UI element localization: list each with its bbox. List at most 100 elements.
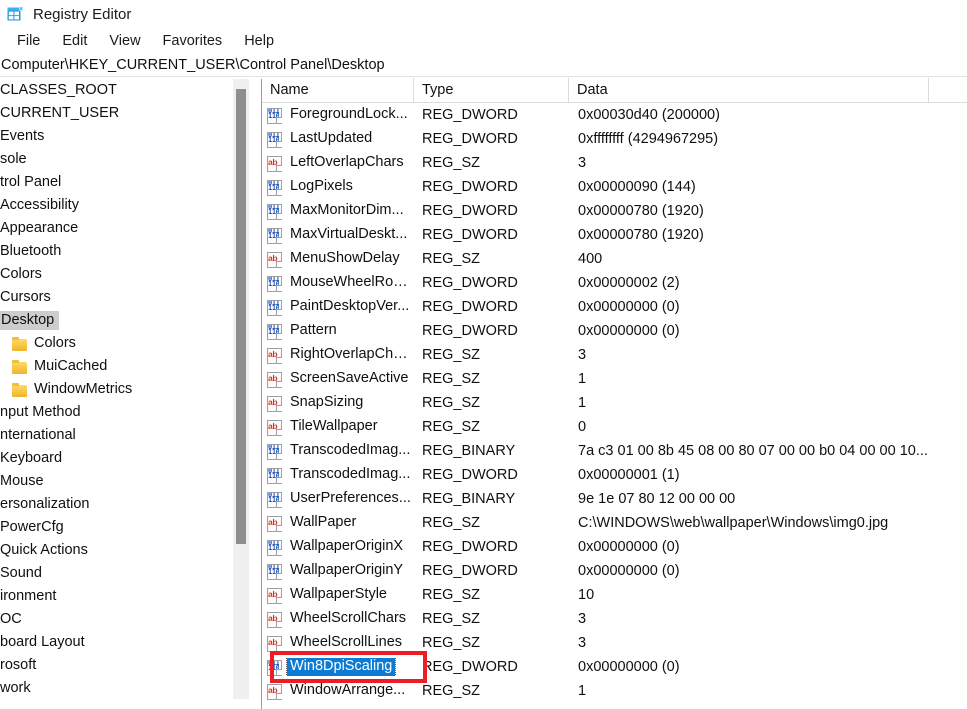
value-data: 3 xyxy=(578,347,587,363)
value-name-cell: ab WindowArrange... xyxy=(262,682,414,700)
value-type: REG_DWORD xyxy=(422,179,518,195)
string-value-icon: ab xyxy=(266,251,282,268)
value-name-cell: 011 110 MouseWheelRou... xyxy=(262,274,414,292)
value-row[interactable]: 011 110 MaxVirtualDeskt... REG_DWORD 0x00000… xyxy=(262,223,967,247)
tree-item[interactable]: Sound xyxy=(0,562,245,585)
tree-item[interactable]: PowerCfg xyxy=(0,516,245,539)
menu-item-edit[interactable]: Edit xyxy=(51,31,98,51)
value-type: REG_DWORD xyxy=(422,659,518,675)
value-name: MenuShowDelay xyxy=(290,250,400,267)
value-row[interactable]: 011 110 LastUpdated REG_DWORD 0xffffffff (42… xyxy=(262,127,967,151)
tree-item[interactable]: WindowMetrics xyxy=(0,378,245,401)
dword-value-icon: 011 110 xyxy=(266,179,282,196)
tree-scrollbar-thumb[interactable] xyxy=(236,89,246,544)
value-name: TranscodedImag... xyxy=(290,466,411,483)
value-name-cell: ab SnapSizing xyxy=(262,394,414,412)
value-type: REG_DWORD xyxy=(422,323,518,339)
tree-vertical-scrollbar[interactable] xyxy=(233,79,249,699)
tree-item[interactable]: ironment xyxy=(0,585,245,608)
tree-item[interactable]: Bluetooth xyxy=(0,240,245,263)
tree-item[interactable]: Cursors xyxy=(0,286,245,309)
tree-item[interactable]: Colors xyxy=(0,263,245,286)
value-type: REG_SZ xyxy=(422,515,481,531)
tree-item[interactable]: work xyxy=(0,677,245,699)
value-type: REG_DWORD xyxy=(422,299,518,315)
value-row[interactable]: ab WindowArrange... REG_SZ 1 xyxy=(262,679,967,703)
value-row[interactable]: ab ScreenSaveActive REG_SZ 1 xyxy=(262,367,967,391)
menu-item-favorites[interactable]: Favorites xyxy=(152,31,234,51)
column-header-data[interactable]: Data xyxy=(569,78,929,103)
tree-item-label: Desktop xyxy=(0,310,60,331)
value-row[interactable]: ab WallPaper REG_SZ C:\WINDOWS\web\wallpape… xyxy=(262,511,967,535)
value-row[interactable]: ab WallpaperStyle REG_SZ 10 xyxy=(262,583,967,607)
value-row[interactable]: 011 110 MouseWheelRou... REG_DWORD 0x0000000… xyxy=(262,271,967,295)
tree-item[interactable]: Quick Actions xyxy=(0,539,245,562)
tree-item[interactable]: CLASSES_ROOT xyxy=(0,79,245,102)
tree-item[interactable]: Colors xyxy=(0,332,245,355)
menu-item-view[interactable]: View xyxy=(98,31,151,51)
value-row[interactable]: ab TileWallpaper REG_SZ 0 xyxy=(262,415,967,439)
tree-item[interactable]: CURRENT_USER xyxy=(0,102,245,125)
tree-item-label: Accessibility xyxy=(0,196,79,213)
tree-item[interactable]: ersonalization xyxy=(0,493,245,516)
dword-value-icon: 011 110 xyxy=(266,203,282,220)
value-name: ForegroundLock... xyxy=(290,106,408,123)
tree-item[interactable]: board Layout xyxy=(0,631,245,654)
tree-item[interactable]: rosoft xyxy=(0,654,245,677)
tree-item[interactable]: nternational xyxy=(0,424,245,447)
tree-item[interactable]: trol Panel xyxy=(0,171,245,194)
value-type: REG_SZ xyxy=(422,395,481,411)
value-data: 1 xyxy=(578,371,587,387)
value-row[interactable]: 011 110 LogPixels REG_DWORD 0x00000090 (144) xyxy=(262,175,967,199)
window-title: Registry Editor xyxy=(33,5,132,23)
tree-item[interactable]: OC xyxy=(0,608,245,631)
column-header-name[interactable]: Name xyxy=(262,78,414,103)
registry-values-list[interactable]: 011 110 ForegroundLock... REG_DWORD 0x00030d… xyxy=(262,103,967,709)
value-row[interactable]: ab MenuShowDelay REG_SZ 400 xyxy=(262,247,967,271)
address-bar[interactable]: Computer\HKEY_CURRENT_USER\Control Panel… xyxy=(0,54,967,77)
tree-item[interactable]: nput Method xyxy=(0,401,245,424)
tree-item-label: sole xyxy=(0,150,27,167)
tree-item[interactable]: Events xyxy=(0,125,245,148)
value-row[interactable]: 011 110 TranscodedImag... REG_BINARY 7a c3 0… xyxy=(262,439,967,463)
value-row[interactable]: 011 110 WallpaperOriginX REG_DWORD 0x0000000… xyxy=(262,535,967,559)
value-row[interactable]: ab WheelScrollLines REG_SZ 3 xyxy=(262,631,967,655)
value-row[interactable]: 011 110 UserPreferences... REG_BINARY 9e 1e … xyxy=(262,487,967,511)
value-row[interactable]: 011 110 Pattern REG_DWORD 0x00000000 (0) xyxy=(262,319,967,343)
tree-item[interactable]: sole xyxy=(0,148,245,171)
tree-item-label: Colors xyxy=(34,334,76,351)
tree-item[interactable]: Keyboard xyxy=(0,447,245,470)
menu-item-help[interactable]: Help xyxy=(233,31,285,51)
value-row[interactable]: 011 110 PaintDesktopVer... REG_DWORD 0x00000… xyxy=(262,295,967,319)
value-row[interactable]: 011 110 MaxMonitorDim... REG_DWORD 0x0000078… xyxy=(262,199,967,223)
tree-item[interactable]: MuiCached xyxy=(0,355,245,378)
value-data: 9e 1e 07 80 12 00 00 00 xyxy=(578,491,736,507)
tree-item[interactable]: Accessibility xyxy=(0,194,245,217)
dword-value-icon: 011 110 xyxy=(266,227,282,244)
string-value-icon: ab xyxy=(266,155,282,172)
string-value-icon: ab xyxy=(266,683,282,700)
value-row[interactable]: ab RightOverlapCha... REG_SZ 3 xyxy=(262,343,967,367)
tree-item[interactable]: Appearance xyxy=(0,217,245,240)
tree-item[interactable]: Mouse xyxy=(0,470,245,493)
value-row[interactable]: 011 110 Win8DpiScaling REG_DWORD 0x00000000 … xyxy=(262,655,967,679)
value-row[interactable]: ab WheelScrollChars REG_SZ 3 xyxy=(262,607,967,631)
value-row[interactable]: 011 110 TranscodedImag... REG_DWORD 0x000000… xyxy=(262,463,967,487)
value-data: 3 xyxy=(578,611,587,627)
folder-icon xyxy=(12,382,28,397)
registry-tree[interactable]: CLASSES_ROOT CURRENT_USER Events sole trol P… xyxy=(0,79,245,699)
value-row[interactable]: ab LeftOverlapChars REG_SZ 3 xyxy=(262,151,967,175)
tree-item[interactable]: Desktop xyxy=(0,309,245,332)
column-header-type[interactable]: Type xyxy=(414,78,569,103)
value-name: RightOverlapCha... xyxy=(290,346,414,363)
value-name: TileWallpaper xyxy=(290,418,378,435)
menu-item-file[interactable]: File xyxy=(6,31,51,51)
tree-item-label: CURRENT_USER xyxy=(0,104,120,121)
value-row[interactable]: 011 110 WallpaperOriginY REG_DWORD 0x0000000… xyxy=(262,559,967,583)
value-row[interactable]: 011 110 ForegroundLock... REG_DWORD 0x00030d… xyxy=(262,103,967,127)
menu-bar: File Edit View Favorites Help xyxy=(0,28,967,54)
value-row[interactable]: ab SnapSizing REG_SZ 1 xyxy=(262,391,967,415)
registry-values-pane: Name Type Data 011 110 ForegroundLock... RE… xyxy=(262,78,967,709)
value-data: 0x00030d40 (200000) xyxy=(578,107,720,123)
value-name: LeftOverlapChars xyxy=(290,154,404,171)
